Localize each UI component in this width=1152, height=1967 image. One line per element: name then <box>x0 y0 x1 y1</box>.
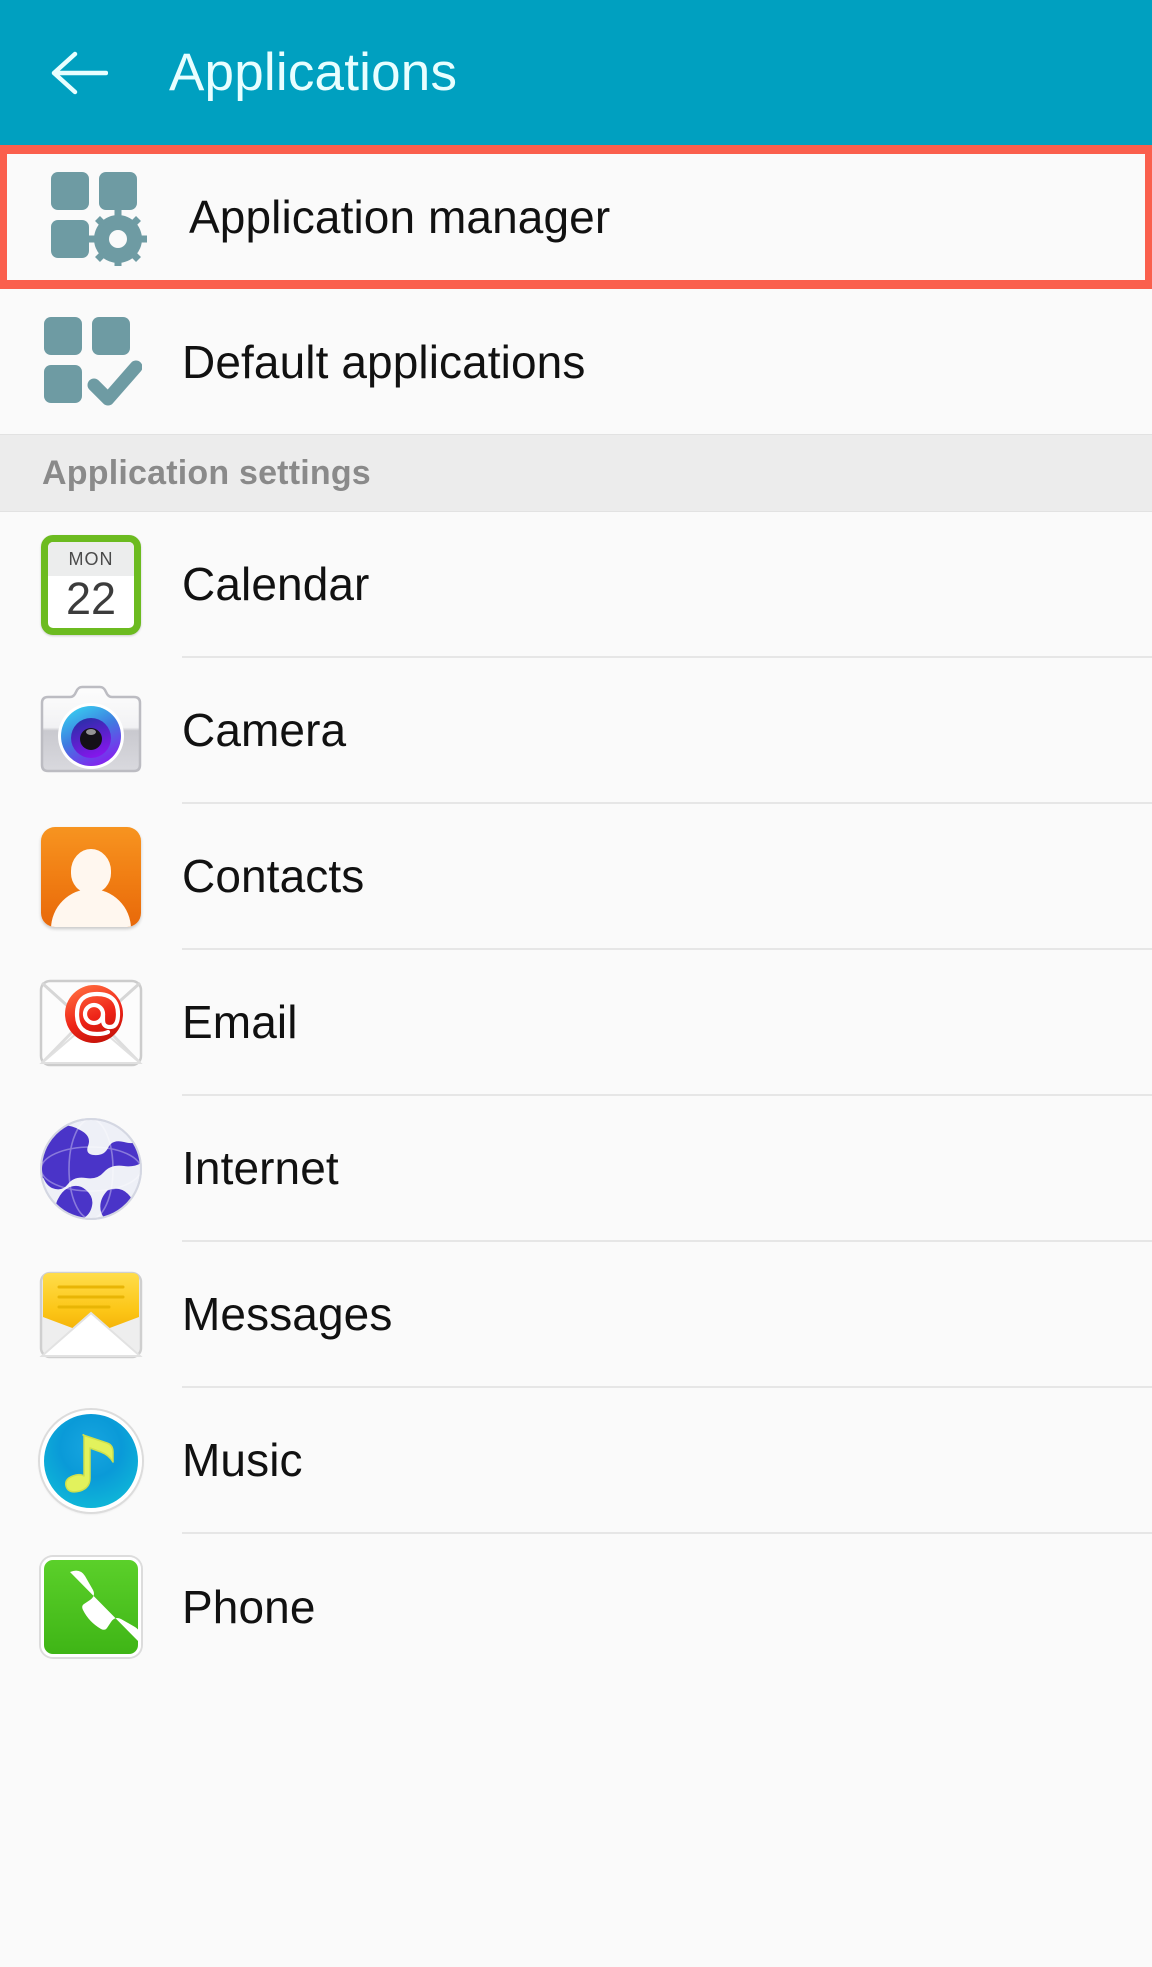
calendar-weekday: MON <box>68 548 114 569</box>
list-item-contacts[interactable]: Contacts <box>0 804 1152 950</box>
apps-gear-icon <box>7 168 189 266</box>
list-item-phone[interactable]: Phone <box>0 1534 1152 1680</box>
list-item-camera[interactable]: Camera <box>0 658 1152 804</box>
list-item-label: Email <box>182 996 298 1048</box>
messages-icon <box>0 1269 182 1361</box>
list-item-label: Contacts <box>182 850 365 902</box>
list-item-label: Music <box>182 1434 303 1486</box>
page-title: Applications <box>169 43 458 102</box>
calendar-icon: MON 22 <box>0 535 182 635</box>
list-item-internet[interactable]: Internet <box>0 1096 1152 1242</box>
list-item-label: Calendar <box>182 558 370 610</box>
list-item-label: Camera <box>182 704 347 756</box>
list-item-label: Default applications <box>182 335 586 388</box>
phone-icon <box>0 1557 182 1657</box>
highlight-box: Application manager <box>0 145 1152 289</box>
back-arrow-icon <box>51 51 108 94</box>
list-item-messages[interactable]: Messages <box>0 1242 1152 1388</box>
list-item-calendar[interactable]: MON 22 Calendar <box>0 512 1152 658</box>
back-button[interactable] <box>46 40 112 106</box>
apps-check-icon <box>0 313 182 411</box>
list-item-application-manager[interactable]: Application manager <box>7 154 1145 280</box>
music-note-icon <box>0 1410 182 1512</box>
camera-icon <box>0 683 182 779</box>
internet-globe-icon <box>0 1116 182 1222</box>
list-item-label: Messages <box>182 1288 393 1340</box>
list-item-label: Internet <box>182 1142 339 1194</box>
settings-applications-screen: Applications Application manager Default… <box>0 0 1152 1967</box>
list-item-default-applications[interactable]: Default applications <box>0 289 1152 434</box>
section-header-application-settings: Application settings <box>0 434 1152 512</box>
list-item-label: Phone <box>182 1581 316 1633</box>
list-item-email[interactable]: Email <box>0 950 1152 1096</box>
app-bar: Applications <box>0 0 1152 145</box>
section-header-label: Application settings <box>42 453 371 492</box>
list-item-music[interactable]: Music <box>0 1388 1152 1534</box>
application-settings-list: MON 22 Calendar Camera Contacts Email In… <box>0 512 1152 1680</box>
list-item-label: Application manager <box>189 191 611 243</box>
calendar-day-number: 22 <box>65 573 117 624</box>
email-icon <box>0 977 182 1069</box>
contacts-icon <box>0 827 182 927</box>
